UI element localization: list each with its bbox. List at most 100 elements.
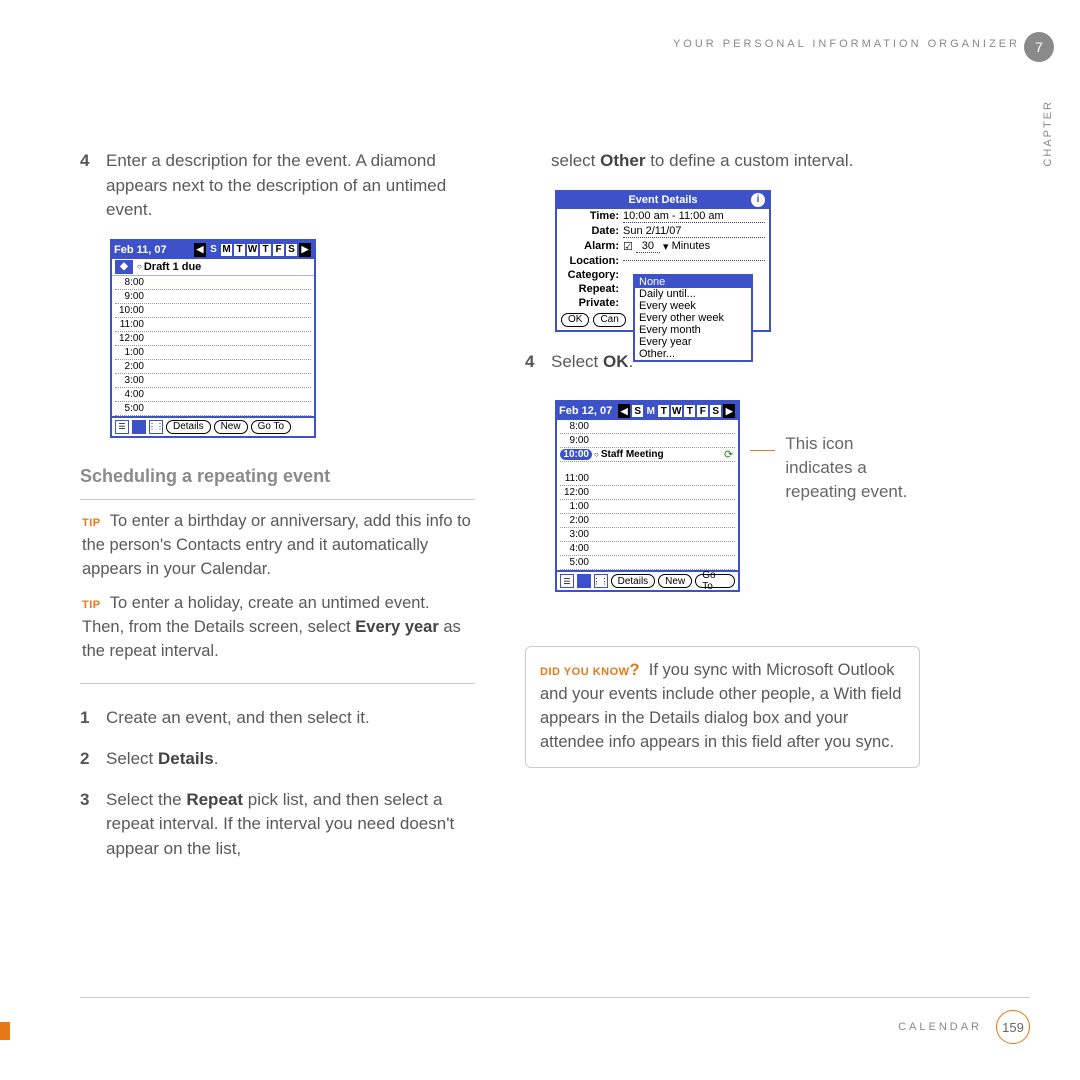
- goto-button[interactable]: Go To: [251, 420, 292, 434]
- new-button[interactable]: New: [658, 574, 692, 588]
- dialog-title: Event Details i: [557, 192, 769, 209]
- time-rows: 8:00 9:00 10:00○Staff Meeting⟳ 11:00 12:…: [557, 420, 738, 570]
- date-value[interactable]: Sun 2/11/07: [623, 225, 765, 238]
- popup-every-other-week[interactable]: Every other week: [635, 312, 751, 324]
- time-800[interactable]: 8:00: [115, 277, 147, 288]
- time-400[interactable]: 4:00: [560, 543, 592, 554]
- time-1100[interactable]: 11:00: [115, 319, 147, 330]
- time-900[interactable]: 9:00: [560, 435, 592, 446]
- day-t[interactable]: T: [657, 404, 670, 418]
- day-cells[interactable]: S M T W T F S: [207, 243, 298, 257]
- time-300[interactable]: 3:00: [560, 529, 592, 540]
- alarm-value[interactable]: 30: [636, 240, 660, 253]
- popup-none[interactable]: None: [635, 276, 751, 288]
- ok-button[interactable]: OK: [561, 313, 589, 327]
- day-t2[interactable]: T: [683, 404, 696, 418]
- alarm-unit: Minutes: [672, 240, 711, 252]
- step-number: 3: [80, 788, 94, 862]
- chapter-number-badge: 7: [1024, 32, 1054, 62]
- step-text: select Other to define a custom interval…: [551, 149, 920, 174]
- time-300[interactable]: 3:00: [115, 375, 147, 386]
- time-500[interactable]: 5:00: [115, 403, 147, 414]
- view-day-icon[interactable]: ☰: [560, 574, 574, 588]
- next-week-icon[interactable]: ▶: [723, 404, 735, 418]
- step-text: Select the Repeat pick list, and then se…: [106, 788, 475, 862]
- location-value[interactable]: [623, 260, 765, 261]
- new-button[interactable]: New: [214, 420, 248, 434]
- untimed-event-row[interactable]: ◆ ○ Draft 1 due: [112, 259, 314, 276]
- day-f[interactable]: F: [696, 404, 709, 418]
- time-1000[interactable]: 10:00: [560, 449, 592, 460]
- goto-button[interactable]: Go To: [695, 574, 735, 588]
- repeat-popup[interactable]: None Daily until... Every week Every oth…: [633, 274, 753, 362]
- date-label: Date:: [561, 225, 623, 237]
- callout-leader-line: [750, 450, 775, 451]
- palm-day-view-2: Feb 12, 07 ◀ S M T W T F S ▶ 8:00: [555, 400, 740, 592]
- time-400[interactable]: 4:00: [115, 389, 147, 400]
- day-m[interactable]: M: [220, 243, 233, 257]
- palm-titlebar: Feb 12, 07 ◀ S M T W T F S ▶: [557, 402, 738, 420]
- event-title: Staff Meeting: [601, 449, 664, 460]
- time-200[interactable]: 2:00: [560, 515, 592, 526]
- palm-footer: ☰ ⋮⋮ Details New Go To: [557, 570, 738, 590]
- popup-every-month[interactable]: Every month: [635, 324, 751, 336]
- time-1100[interactable]: 11:00: [560, 473, 592, 484]
- step-text: Select Details.: [106, 747, 475, 772]
- view-week-icon[interactable]: [132, 420, 146, 434]
- time-100[interactable]: 1:00: [115, 347, 147, 358]
- time-900[interactable]: 9:00: [115, 291, 147, 302]
- alarm-checkbox[interactable]: ☑: [623, 240, 636, 253]
- did-you-know-box: DID YOU KNOW? If you sync with Microsoft…: [525, 646, 920, 768]
- tip-2-bold: Every year: [355, 618, 439, 636]
- details-button[interactable]: Details: [611, 574, 656, 588]
- view-week-icon[interactable]: [577, 574, 591, 588]
- popup-other[interactable]: Other...: [635, 348, 751, 360]
- details-button[interactable]: Details: [166, 420, 211, 434]
- bullet-icon: ○: [137, 262, 142, 271]
- popup-every-year[interactable]: Every year: [635, 336, 751, 348]
- popup-every-week[interactable]: Every week: [635, 300, 751, 312]
- repeat-label: Repeat:: [561, 283, 623, 295]
- time-1000[interactable]: 10:00: [115, 305, 147, 316]
- day-t2[interactable]: T: [259, 243, 272, 257]
- day-s[interactable]: S: [631, 404, 644, 418]
- dropdown-icon[interactable]: ▾: [660, 240, 672, 253]
- view-day-icon[interactable]: ☰: [115, 420, 129, 434]
- time-800[interactable]: 8:00: [560, 421, 592, 432]
- page-tab-icon: [0, 1022, 10, 1040]
- popup-daily[interactable]: Daily until...: [635, 288, 751, 300]
- prev-week-icon[interactable]: ◀: [194, 243, 206, 257]
- day-f[interactable]: F: [272, 243, 285, 257]
- time-200[interactable]: 2:00: [115, 361, 147, 372]
- day-s2[interactable]: S: [285, 243, 298, 257]
- day-s[interactable]: S: [207, 243, 220, 257]
- time-100[interactable]: 1:00: [560, 501, 592, 512]
- day-s2[interactable]: S: [709, 404, 722, 418]
- day-w[interactable]: W: [246, 243, 259, 257]
- day-m[interactable]: M: [644, 404, 657, 418]
- right-column: select Other to define a custom interval…: [525, 149, 920, 878]
- cancel-button[interactable]: Can: [593, 313, 625, 327]
- page-footer: CALENDAR 159: [80, 997, 1030, 1044]
- time-1200[interactable]: 12:00: [115, 333, 147, 344]
- time-1200[interactable]: 12:00: [560, 487, 592, 498]
- question-mark-icon: ?: [630, 661, 640, 679]
- private-label: Private:: [561, 297, 623, 309]
- time-value[interactable]: 10:00 am - 11:00 am: [623, 210, 765, 223]
- bullet-icon: ○: [594, 450, 599, 459]
- day-cells[interactable]: S M T W T F S: [631, 404, 722, 418]
- tip-1-text: To enter a birthday or anniversary, add …: [82, 512, 471, 578]
- prev-week-icon[interactable]: ◀: [618, 404, 630, 418]
- step-2: 2 Select Details.: [80, 747, 475, 772]
- step-number: 4: [80, 149, 94, 223]
- view-month-icon[interactable]: ⋮⋮: [149, 420, 163, 434]
- info-icon[interactable]: i: [751, 193, 765, 207]
- step-number: 2: [80, 747, 94, 772]
- day-t[interactable]: T: [233, 243, 246, 257]
- next-week-icon[interactable]: ▶: [299, 243, 311, 257]
- event-row-staff-meeting[interactable]: 10:00○Staff Meeting⟳: [560, 448, 735, 462]
- step-number-empty: [525, 149, 539, 174]
- time-500[interactable]: 5:00: [560, 557, 592, 568]
- view-month-icon[interactable]: ⋮⋮: [594, 574, 608, 588]
- day-w[interactable]: W: [670, 404, 683, 418]
